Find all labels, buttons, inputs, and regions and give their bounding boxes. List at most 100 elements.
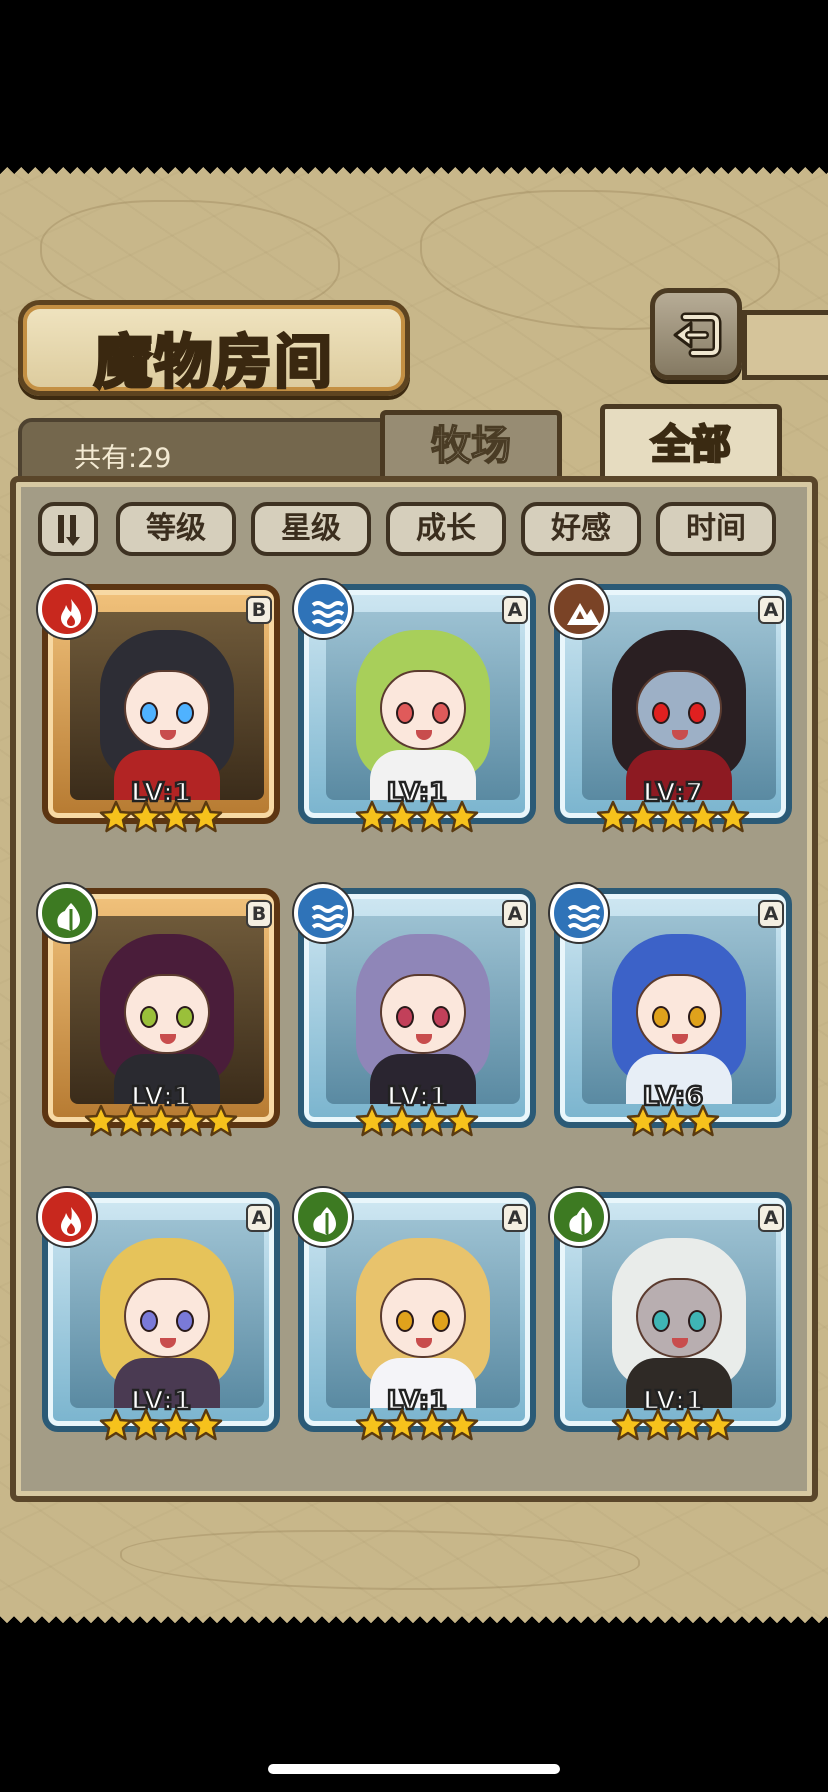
- star-icon: [686, 800, 720, 838]
- monster-portrait: [582, 916, 776, 1104]
- star-icon: [445, 1104, 479, 1142]
- torn-edge-bottom: [0, 1616, 828, 1630]
- back-button[interactable]: [650, 288, 742, 380]
- sort-affection-button[interactable]: 好感: [521, 502, 641, 556]
- monster-card[interactable]: A LV:1: [294, 580, 536, 844]
- eye-left: [396, 702, 414, 724]
- star-icon: [641, 1408, 675, 1446]
- monster-portrait: [326, 916, 520, 1104]
- rank-badge: A: [758, 1204, 784, 1232]
- monster-face: [380, 1278, 466, 1358]
- monster-portrait: [70, 916, 264, 1104]
- star-icon: [99, 1408, 133, 1446]
- mouth: [160, 730, 176, 740]
- mouth: [160, 1338, 176, 1348]
- tab-farm[interactable]: 牧场: [380, 410, 562, 480]
- title-plate: 魔物房间: [18, 300, 410, 398]
- sort-order-button[interactable]: [38, 502, 98, 556]
- sort-star-button[interactable]: 星级: [251, 502, 371, 556]
- monster-face: [124, 1278, 210, 1358]
- monster-card[interactable]: A LV:7: [550, 580, 792, 844]
- rank-badge: A: [758, 596, 784, 624]
- rank-badge: A: [502, 1204, 528, 1232]
- star-icon: [716, 800, 750, 838]
- star-icon: [656, 1104, 690, 1142]
- star-icon: [174, 1104, 208, 1142]
- home-indicator[interactable]: [268, 1764, 560, 1774]
- monster-card[interactable]: B LV:1: [38, 580, 280, 844]
- eye-right: [688, 1006, 706, 1028]
- monster-portrait: [326, 1220, 520, 1408]
- eye-right: [432, 702, 450, 724]
- map-decoration: [120, 1530, 640, 1590]
- monster-card[interactable]: A LV:1: [550, 1188, 792, 1452]
- star-rating: [42, 800, 280, 844]
- monster-face: [124, 670, 210, 750]
- star-rating: [554, 1408, 792, 1452]
- monster-face: [636, 670, 722, 750]
- monster-card[interactable]: A LV:1: [294, 884, 536, 1148]
- star-icon: [355, 1408, 389, 1446]
- star-icon: [686, 1104, 720, 1142]
- eye-left: [396, 1310, 414, 1332]
- star-icon: [144, 1104, 178, 1142]
- water-element-badge: [294, 884, 352, 942]
- star-icon: [159, 800, 193, 838]
- star-rating: [42, 1104, 280, 1148]
- torn-edge-top: [0, 160, 828, 174]
- rank-badge: B: [246, 596, 272, 624]
- monster-face: [124, 974, 210, 1054]
- star-icon: [355, 1104, 389, 1142]
- rank-badge: A: [758, 900, 784, 928]
- sort-level-button[interactable]: 等级: [116, 502, 236, 556]
- fire-element-badge: [38, 580, 96, 638]
- mouth: [416, 1034, 432, 1044]
- eye-right: [432, 1006, 450, 1028]
- tab-all[interactable]: 全部: [600, 404, 782, 484]
- star-icon: [114, 1104, 148, 1142]
- nature-icon: [57, 903, 80, 931]
- page-title: 魔物房间: [92, 327, 334, 398]
- earth-element-badge: [550, 580, 608, 638]
- rank-badge: B: [246, 900, 272, 928]
- star-rating: [554, 1104, 792, 1148]
- eye-left: [652, 1310, 670, 1332]
- star-icon: [415, 1408, 449, 1446]
- nature-element-badge: [550, 1188, 608, 1246]
- star-rating: [298, 1408, 536, 1452]
- nature-icon: [313, 1207, 336, 1235]
- nature-element-badge: [38, 884, 96, 942]
- monster-card[interactable]: A LV:1: [294, 1188, 536, 1452]
- eye-left: [140, 702, 158, 724]
- water-icon: [311, 905, 345, 931]
- star-icon: [385, 1408, 419, 1446]
- sort-time-button[interactable]: 时间: [656, 502, 776, 556]
- monster-portrait: [582, 1220, 776, 1408]
- water-element-badge: [550, 884, 608, 942]
- star-icon: [84, 1104, 118, 1142]
- water-icon: [567, 905, 601, 931]
- eye-right: [432, 1310, 450, 1332]
- star-icon: [626, 800, 660, 838]
- mouth: [672, 730, 688, 740]
- star-icon: [159, 1408, 193, 1446]
- sort-growth-button[interactable]: 成长: [386, 502, 506, 556]
- star-icon: [626, 1104, 660, 1142]
- star-rating: [554, 800, 792, 844]
- water-element-badge: [294, 580, 352, 638]
- star-icon: [701, 1408, 735, 1446]
- star-icon: [656, 800, 690, 838]
- monster-card[interactable]: B LV:1: [38, 884, 280, 1148]
- monster-face: [380, 670, 466, 750]
- star-icon: [415, 1104, 449, 1142]
- star-rating: [298, 800, 536, 844]
- fire-element-badge: [38, 1188, 96, 1246]
- star-icon: [415, 800, 449, 838]
- star-icon: [445, 1408, 479, 1446]
- star-icon: [385, 1104, 419, 1142]
- monster-card[interactable]: A LV:6: [550, 884, 792, 1148]
- monster-card[interactable]: A LV:1: [38, 1188, 280, 1452]
- back-rail: [742, 310, 828, 380]
- star-rating: [42, 1408, 280, 1452]
- star-icon: [355, 800, 389, 838]
